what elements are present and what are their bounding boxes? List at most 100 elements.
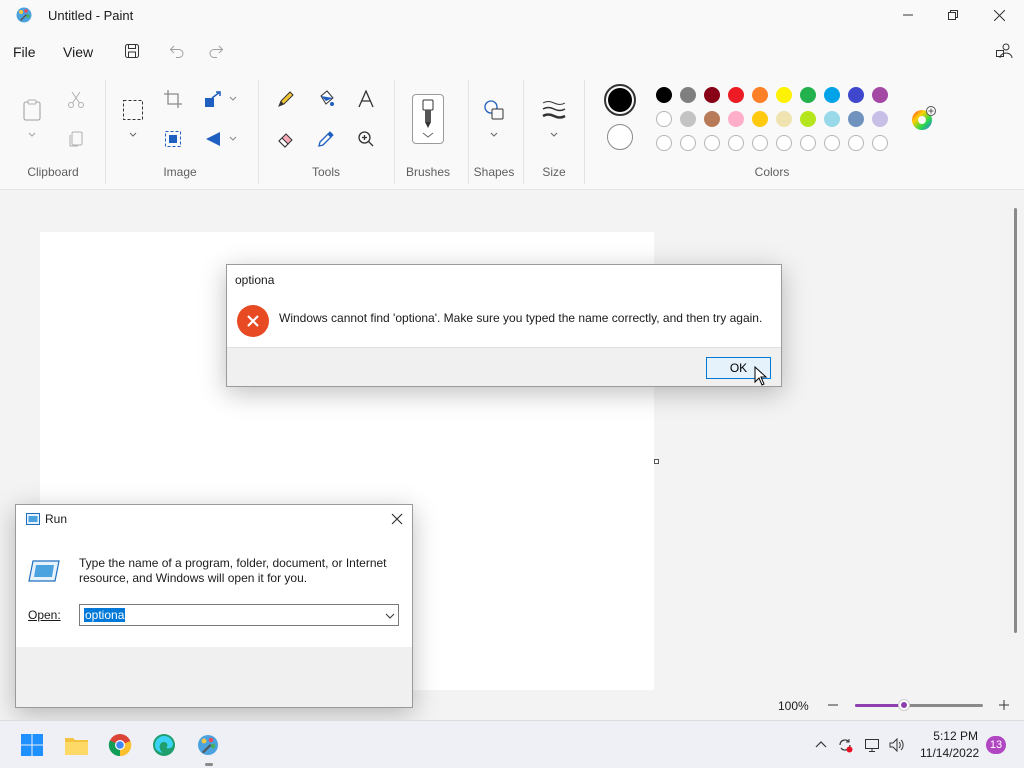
vertical-scrollbar[interactable]: [1014, 208, 1017, 633]
plus-icon: [999, 700, 1009, 710]
rotate-chevron-down-icon[interactable]: [228, 134, 238, 144]
edit-colors-button[interactable]: [910, 106, 936, 132]
custom-color-slot[interactable]: [800, 135, 816, 151]
restore-button[interactable]: [930, 0, 976, 30]
size-button[interactable]: [542, 98, 566, 122]
rotate-button[interactable]: [201, 127, 225, 151]
paste-chevron-down-icon[interactable]: [27, 130, 37, 140]
color-swatch[interactable]: [704, 87, 720, 103]
primary-color-button[interactable]: [604, 84, 636, 116]
text-tool-button[interactable]: [354, 87, 378, 111]
menu-bar: File View: [0, 32, 1024, 72]
color-swatch[interactable]: [656, 87, 672, 103]
start-button[interactable]: [20, 733, 44, 757]
resize-icon: [205, 91, 221, 107]
show-hidden-icons-button[interactable]: [813, 737, 829, 753]
open-label: Open:: [28, 608, 61, 622]
select-chevron-down-icon[interactable]: [128, 130, 138, 140]
canvas-resize-handle[interactable]: [654, 459, 659, 464]
close-button[interactable]: [976, 0, 1022, 30]
custom-color-slot[interactable]: [656, 135, 672, 151]
resize-button[interactable]: [201, 87, 225, 111]
color-swatch[interactable]: [728, 87, 744, 103]
chevron-down-icon[interactable]: [384, 610, 396, 622]
ribbon-divider: [258, 80, 259, 184]
primary-color-swatch: [608, 88, 632, 112]
volume-button[interactable]: [889, 737, 905, 753]
color-swatch[interactable]: [680, 111, 696, 127]
sync-error-icon: [839, 739, 853, 753]
paste-button[interactable]: [20, 98, 44, 122]
color-swatch[interactable]: [872, 87, 888, 103]
custom-color-slot[interactable]: [824, 135, 840, 151]
magnifier-tool-button[interactable]: [354, 127, 378, 151]
color-swatch[interactable]: [824, 111, 840, 127]
color-swatch[interactable]: [656, 111, 672, 127]
color-picker-tool-button[interactable]: [314, 127, 338, 151]
network-button[interactable]: [864, 737, 880, 753]
copy-button[interactable]: [64, 127, 88, 151]
color-swatch[interactable]: [872, 111, 888, 127]
zoom-out-button[interactable]: [826, 698, 840, 712]
custom-color-slot[interactable]: [728, 135, 744, 151]
shapes-button[interactable]: [482, 98, 506, 122]
resize-chevron-down-icon[interactable]: [228, 94, 238, 104]
brushes-button[interactable]: [412, 94, 444, 144]
color-swatch[interactable]: [824, 87, 840, 103]
run-app-icon: [26, 513, 40, 525]
undo-button[interactable]: [166, 40, 188, 62]
sync-status-button[interactable]: [837, 737, 853, 753]
run-dialog-title: Run: [45, 512, 68, 526]
minimize-button[interactable]: [885, 0, 931, 30]
color-swatch[interactable]: [728, 111, 744, 127]
custom-color-slot[interactable]: [776, 135, 792, 151]
shapes-chevron-down-icon[interactable]: [489, 130, 499, 140]
open-input[interactable]: optiona: [79, 604, 399, 626]
custom-color-slot[interactable]: [872, 135, 888, 151]
color-swatch[interactable]: [680, 87, 696, 103]
size-chevron-down-icon[interactable]: [549, 130, 559, 140]
custom-color-slot[interactable]: [680, 135, 696, 151]
save-button[interactable]: [121, 40, 143, 62]
file-explorer-button[interactable]: [64, 733, 88, 757]
clock-time[interactable]: 5:12 PM: [920, 729, 978, 743]
secondary-color-button[interactable]: [607, 124, 633, 150]
paint-taskbar-button[interactable]: [196, 733, 220, 757]
color-swatch[interactable]: [752, 87, 768, 103]
edge-button[interactable]: [152, 733, 176, 757]
color-swatch[interactable]: [800, 111, 816, 127]
custom-color-slot[interactable]: [704, 135, 720, 151]
notification-badge[interactable]: 13: [986, 736, 1006, 754]
clock-date[interactable]: 11/14/2022: [920, 746, 979, 760]
eraser-icon: [278, 133, 293, 148]
image-select-button[interactable]: [161, 127, 185, 151]
color-swatch[interactable]: [848, 87, 864, 103]
open-input-value[interactable]: optiona: [84, 608, 126, 622]
chrome-button[interactable]: [108, 733, 132, 757]
zoom-in-button[interactable]: [997, 698, 1011, 712]
redo-button[interactable]: [205, 40, 227, 62]
pencil-tool-button[interactable]: [274, 87, 298, 111]
color-swatch[interactable]: [752, 111, 768, 127]
zoom-slider[interactable]: [855, 704, 983, 707]
color-swatch[interactable]: [800, 87, 816, 103]
crop-button[interactable]: [161, 87, 185, 111]
eraser-tool-button[interactable]: [274, 127, 298, 151]
color-swatch[interactable]: [776, 111, 792, 127]
run-close-button[interactable]: [388, 510, 406, 528]
fill-tool-button[interactable]: [314, 87, 338, 111]
color-swatch[interactable]: [848, 111, 864, 127]
custom-color-slot[interactable]: [752, 135, 768, 151]
mouse-cursor-icon: [754, 366, 768, 386]
custom-color-slot[interactable]: [848, 135, 864, 151]
color-swatch[interactable]: [776, 87, 792, 103]
cut-button[interactable]: [64, 88, 88, 112]
group-label-size: Size: [542, 165, 566, 179]
select-button[interactable]: [121, 98, 145, 122]
zoom-slider-thumb[interactable]: [897, 699, 910, 711]
layers-button[interactable]: [993, 40, 1015, 62]
color-swatch[interactable]: [704, 111, 720, 127]
menu-view[interactable]: View: [63, 44, 93, 60]
paint-bucket-icon: [320, 90, 334, 106]
menu-file[interactable]: File: [13, 44, 36, 60]
